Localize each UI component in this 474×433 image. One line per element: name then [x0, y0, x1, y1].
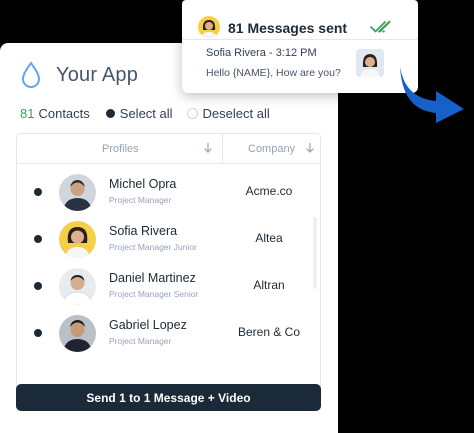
notification-title: 81 Messages sent — [228, 20, 348, 36]
sort-down-icon[interactable] — [305, 142, 315, 154]
contact-company: Beren & Co — [237, 325, 301, 339]
sent-notification: 81 Messages sent Sofia Rivera - 3:12 PM … — [182, 0, 418, 93]
contact-name: Gabriel Lopez — [109, 318, 187, 332]
app-header: Your App — [20, 61, 138, 89]
avatar — [59, 315, 96, 352]
contact-company: Altran — [253, 278, 285, 292]
table-scrollbar[interactable] — [313, 217, 317, 289]
row-select-dot[interactable] — [34, 329, 42, 337]
video-thumbnail[interactable] — [356, 49, 384, 77]
contacts-label: Contacts — [38, 106, 90, 121]
send-message-button[interactable]: Send 1 to 1 Message + Video — [16, 384, 321, 411]
contact-company: Altea — [255, 231, 283, 245]
table-row[interactable]: Michel Opra Project Manager Acme.co — [17, 168, 320, 215]
row-select-dot[interactable] — [34, 235, 42, 243]
row-select-dot[interactable] — [34, 188, 42, 196]
contact-name: Michel Opra — [109, 177, 177, 191]
select-all-radio[interactable] — [105, 109, 115, 118]
contacts-bar: 81 Contacts Select all Deselect all — [20, 106, 270, 121]
contact-company: Acme.co — [245, 184, 293, 198]
table-row[interactable]: Gabriel Lopez Project Manager Beren & Co — [17, 309, 320, 356]
deselect-all-radio[interactable] — [186, 108, 198, 119]
avatar — [59, 221, 96, 258]
row-select-dot[interactable] — [34, 282, 42, 290]
notification-header: 81 Messages sent — [182, 0, 418, 40]
table-row[interactable]: Daniel Martinez Project Manager Senior A… — [17, 262, 320, 309]
column-header-profiles[interactable]: Profiles — [102, 143, 139, 155]
table-row[interactable]: Sofia Rivera Project Manager Junior Alte… — [17, 215, 320, 262]
contacts-count: 81 — [20, 106, 35, 121]
select-all-label[interactable]: Select all — [120, 106, 173, 121]
deselect-all-label[interactable]: Deselect all — [203, 106, 270, 121]
app-panel: Your App 81 Contacts Select all Deselect… — [0, 43, 338, 433]
curved-arrow-icon — [400, 67, 464, 123]
contact-role: Project Manager Junior — [109, 242, 197, 252]
sort-down-icon[interactable] — [203, 142, 213, 154]
double-check-icon — [370, 20, 391, 33]
water-drop-icon — [21, 61, 41, 88]
contact-role: Project Manager — [109, 336, 172, 346]
table-header: Profiles Company — [17, 134, 320, 164]
notification-message: Hello {NAME}, How are you? — [206, 67, 341, 79]
contact-name: Sofia Rivera — [109, 224, 178, 238]
contacts-table: Profiles Company Michel Opra Project Man… — [16, 133, 321, 406]
notification-sender: Sofia Rivera - 3:12 PM — [206, 47, 317, 59]
column-divider — [222, 134, 223, 164]
avatar — [59, 174, 96, 211]
contact-role: Project Manager Senior — [109, 289, 199, 299]
column-header-company[interactable]: Company — [248, 143, 295, 155]
app-title: Your App — [56, 63, 139, 86]
avatar — [59, 268, 96, 305]
contact-name: Daniel Martinez — [109, 271, 196, 285]
contact-role: Project Manager — [109, 195, 172, 205]
avatar — [198, 16, 220, 38]
